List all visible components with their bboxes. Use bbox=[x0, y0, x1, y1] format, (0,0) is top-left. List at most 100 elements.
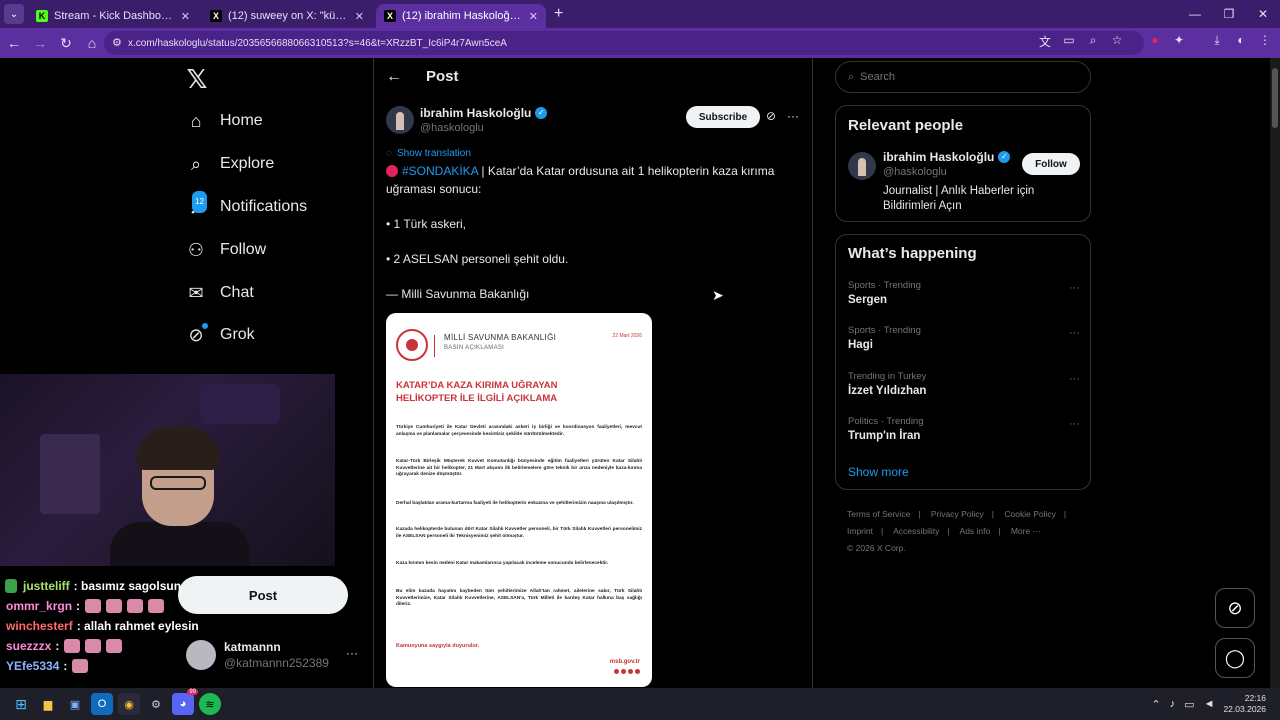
home-browser-icon[interactable]: ⌂ bbox=[80, 35, 104, 51]
compose-post-button[interactable]: Post bbox=[178, 576, 348, 614]
nav-label: Home bbox=[220, 112, 263, 129]
doc-heading: KATAR’DA KAZA KIRIMA UĞRAYAN HELİKOPTER … bbox=[396, 380, 558, 404]
browser-tab-kick[interactable]: K Stream - Kick Dashboard ✕ bbox=[28, 4, 198, 28]
close-window-icon[interactable]: ✕ bbox=[1246, 7, 1280, 21]
account-switcher[interactable]: katmannn @katmannn252389 ··· bbox=[186, 638, 366, 674]
back-icon[interactable]: ← bbox=[2, 35, 26, 51]
network-icon[interactable]: ▭ bbox=[1184, 698, 1194, 711]
spotify-icon[interactable]: ≋ bbox=[199, 693, 221, 715]
profile-avatar-icon[interactable]: ◐ bbox=[1234, 33, 1248, 49]
new-tab-icon[interactable]: + bbox=[554, 5, 563, 23]
nav-notifications[interactable]: ♫12 Notifications bbox=[186, 191, 307, 222]
volume-icon[interactable]: ◄ bbox=[1204, 698, 1215, 710]
nav-follow[interactable]: ⚇ Follow bbox=[186, 235, 266, 265]
store-icon[interactable]: ▣ bbox=[64, 693, 86, 715]
doc-org-sub: BASIN AÇIKLAMASI bbox=[444, 345, 505, 351]
site-info-icon[interactable]: ⚙ bbox=[112, 36, 122, 49]
tab-title: (12) suweey on X: "küçük bir ka bbox=[228, 10, 349, 22]
system-tray: ⌃ ♪ ▭ ◄ 22:16 22.03.2026 bbox=[1151, 688, 1266, 720]
windows-start-icon[interactable]: ⊞ bbox=[10, 693, 32, 715]
back-arrow-icon[interactable]: ← bbox=[386, 68, 402, 86]
trend-item[interactable]: Politics · Trending Trump'ın İran ··· bbox=[848, 416, 1080, 442]
relevant-person-name[interactable]: ibrahim Haskoloğlu ✓ bbox=[883, 150, 1011, 164]
footer-link[interactable]: More ··· bbox=[1011, 526, 1041, 536]
tab-title: (12) ibrahim Haskoloğlu on X: ' bbox=[402, 10, 523, 22]
chat-text: : allah rahmet eylesin bbox=[76, 619, 199, 633]
file-explorer-icon[interactable]: ▆ bbox=[37, 693, 59, 715]
footer-link[interactable]: Cookie Policy bbox=[1004, 509, 1056, 519]
footer-link[interactable]: Ads info bbox=[960, 526, 991, 536]
nav-explore[interactable]: ⌕ Explore bbox=[186, 149, 274, 179]
forward-icon[interactable]: → bbox=[28, 35, 52, 51]
url-bar[interactable]: ⚙ x.com/haskologlu/status/20356566880663… bbox=[104, 31, 1144, 55]
footer-link[interactable]: Imprint bbox=[847, 526, 873, 536]
grok-explain-icon[interactable]: ⊘ bbox=[766, 109, 776, 123]
nav-chat[interactable]: ✉ Chat bbox=[186, 278, 254, 308]
search-input[interactable]: ⌕ Search bbox=[835, 61, 1091, 93]
trend-more-icon[interactable]: ··· bbox=[1069, 373, 1080, 385]
browser-tab-haskologlu[interactable]: X (12) ibrahim Haskoloğlu on X: ' ✕ bbox=[376, 4, 546, 28]
doc-social-icons bbox=[614, 669, 640, 674]
avatar[interactable] bbox=[848, 152, 876, 180]
page-scrollbar[interactable] bbox=[1270, 58, 1280, 688]
author-avatar[interactable] bbox=[386, 106, 414, 134]
zoom-icon[interactable]: ⌕ bbox=[1086, 33, 1100, 49]
trend-more-icon[interactable]: ··· bbox=[1069, 327, 1080, 339]
footer-link[interactable]: Privacy Policy bbox=[931, 509, 984, 519]
steam-icon[interactable]: ⚙ bbox=[145, 693, 167, 715]
translate-icon[interactable]: 文 bbox=[1038, 33, 1052, 49]
extensions-icon[interactable]: ✦ bbox=[1172, 33, 1186, 49]
tab-search-icon[interactable]: ⌄ bbox=[4, 4, 24, 24]
nav-label: Chat bbox=[220, 284, 254, 301]
microphone-icon[interactable]: ♪ bbox=[1170, 698, 1176, 710]
reload-icon[interactable]: ↻ bbox=[54, 35, 78, 52]
doc-paragraph: Kazada helikopterde bulunan dört Katar S… bbox=[396, 527, 642, 539]
red-circle-emoji-icon bbox=[386, 165, 398, 177]
address-toolbar: ← → ↻ ⌂ ⚙ x.com/haskologlu/status/203565… bbox=[0, 28, 1280, 58]
follow-button[interactable]: Follow bbox=[1022, 153, 1080, 175]
close-tab-icon[interactable]: ✕ bbox=[355, 10, 364, 23]
relevant-person-handle[interactable]: @haskologlu bbox=[883, 166, 947, 178]
trend-item[interactable]: Sports · Trending Sergen ··· bbox=[848, 280, 1080, 306]
doc-site: msb.gov.tr bbox=[609, 659, 640, 665]
extension-record-icon[interactable]: ● bbox=[1148, 33, 1162, 49]
post-image-press-release[interactable]: MİLLİ SAVUNMA BAKANLIĞI BASIN AÇIKLAMASI… bbox=[386, 313, 652, 687]
kick-icon: K bbox=[36, 10, 48, 22]
close-tab-icon[interactable]: ✕ bbox=[181, 10, 190, 23]
clock[interactable]: 22:16 22.03.2026 bbox=[1223, 693, 1266, 715]
post-more-icon[interactable]: ··· bbox=[787, 109, 799, 123]
footer-link[interactable]: Accessibility bbox=[893, 526, 939, 536]
trend-more-icon[interactable]: ··· bbox=[1069, 282, 1080, 294]
minimize-icon[interactable]: — bbox=[1178, 7, 1212, 21]
trend-item[interactable]: Sports · Trending Hagi ··· bbox=[848, 325, 1080, 351]
footer-link[interactable]: Terms of Service bbox=[847, 509, 910, 519]
nav-grok[interactable]: ⊘ Grok bbox=[186, 320, 255, 350]
show-translation-link[interactable]: ◌ Show translation bbox=[386, 148, 471, 159]
tray-chevron-icon[interactable]: ⌃ bbox=[1151, 698, 1160, 711]
download-icon[interactable]: ⤓ bbox=[1210, 33, 1224, 49]
hashtag-link[interactable]: #SONDAKİKA bbox=[402, 164, 478, 178]
card-title: What’s happening bbox=[848, 245, 977, 262]
browser-tab-suweey[interactable]: X (12) suweey on X: "küçük bir ka ✕ bbox=[202, 4, 372, 28]
author-name[interactable]: ibrahim Haskoloğlu ✓ bbox=[420, 106, 548, 120]
author-handle[interactable]: @haskologlu bbox=[420, 122, 484, 134]
subscribe-button[interactable]: Subscribe bbox=[686, 106, 760, 128]
x-logo-icon[interactable]: 𝕏 bbox=[184, 66, 210, 92]
more-icon[interactable]: ··· bbox=[346, 646, 358, 660]
emote-icon bbox=[85, 599, 102, 613]
nav-home[interactable]: ⌂ Home bbox=[186, 106, 263, 136]
relevant-people-card: Relevant people ibrahim Haskoloğlu ✓ @ha… bbox=[835, 105, 1091, 222]
close-tab-icon[interactable]: ✕ bbox=[529, 10, 538, 23]
browser-menu-icon[interactable]: ⋮ bbox=[1258, 33, 1272, 49]
chat-bubble-icon[interactable]: ◯ bbox=[1215, 638, 1255, 678]
trend-more-icon[interactable]: ··· bbox=[1069, 418, 1080, 430]
chrome-icon[interactable]: ◉ bbox=[118, 693, 140, 715]
discord-icon[interactable]: ◕ 99 bbox=[172, 689, 198, 715]
restore-icon[interactable]: ❐ bbox=[1212, 7, 1246, 21]
outlook-icon[interactable]: O bbox=[91, 693, 113, 715]
cast-icon[interactable]: ▭ bbox=[1062, 33, 1076, 49]
grok-float-icon[interactable]: ⊘ bbox=[1215, 588, 1255, 628]
trend-item[interactable]: Trending in Turkey İzzet Yıldızhan ··· bbox=[848, 371, 1080, 397]
bookmark-star-icon[interactable]: ☆ bbox=[1110, 33, 1124, 49]
show-more-link[interactable]: Show more bbox=[848, 465, 909, 479]
